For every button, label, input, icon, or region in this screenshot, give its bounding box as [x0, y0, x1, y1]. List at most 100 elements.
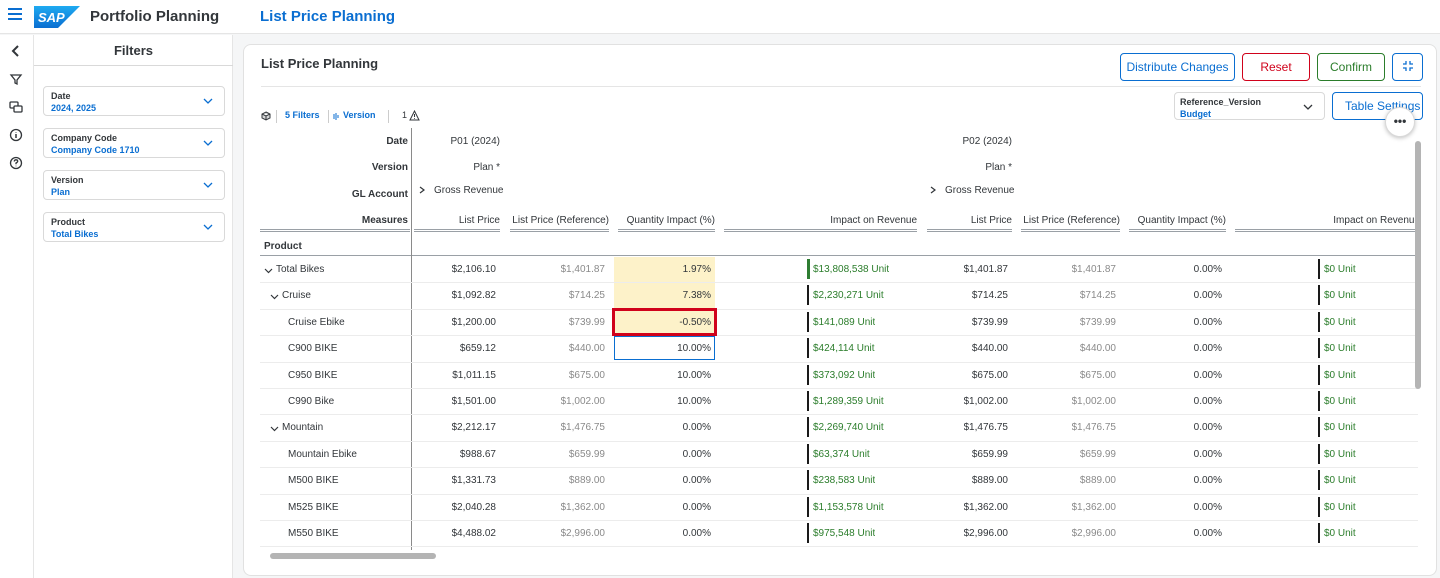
chevron-right-icon[interactable]: [418, 186, 426, 194]
product-row-label[interactable]: C900 BIKE: [288, 343, 337, 354]
filter-version[interactable]: Version Plan: [43, 170, 225, 200]
product-row-label[interactable]: M550 BIKE: [288, 528, 339, 539]
page-title[interactable]: List Price Planning: [260, 8, 395, 25]
confirm-button[interactable]: Confirm: [1317, 53, 1385, 81]
filter-icon[interactable]: [8, 71, 24, 87]
header-underline: [1021, 229, 1120, 232]
grid-cell[interactable]: 0.00%: [1194, 528, 1222, 539]
card-title: List Price Planning: [261, 56, 379, 71]
gl-account-header-label: GL Account: [351, 189, 408, 200]
grid-cell[interactable]: 0.00%: [1194, 449, 1222, 460]
grid-cell: $63,374 Unit: [813, 448, 870, 460]
revenue-bar: [807, 496, 809, 517]
revenue-bar: [807, 523, 809, 543]
grid-cell: $2,269,740 Unit: [813, 422, 884, 434]
grid-cell: $975,548 Unit: [813, 528, 876, 539]
grid-cell[interactable]: 0.00%: [1194, 370, 1222, 381]
product-row-label[interactable]: M500 BIKE: [288, 475, 339, 486]
grid-cell: $2,996.00: [560, 528, 606, 539]
filters-link[interactable]: 5 Filters: [285, 110, 320, 120]
grid-cell: $1,401.87: [560, 264, 606, 275]
product-row-label[interactable]: Mountain Ebike: [288, 449, 357, 460]
grid-cell[interactable]: 0.00%: [683, 475, 711, 486]
grid-cell: $0 Unit: [1324, 448, 1356, 460]
grid-cell[interactable]: 1.97%: [683, 264, 711, 275]
grid-cell[interactable]: 10.00%: [677, 396, 711, 407]
header-underline: [1235, 229, 1418, 232]
vertical-scrollbar[interactable]: [1415, 141, 1421, 389]
cube-icon[interactable]: [261, 111, 271, 121]
info-icon[interactable]: [8, 127, 24, 143]
row-divider: [260, 440, 1418, 442]
grid-cell[interactable]: 0.00%: [1194, 396, 1222, 407]
grid-cell[interactable]: 7.38%: [683, 290, 711, 301]
grid-cell: $739.99: [971, 316, 1008, 328]
grid-cell[interactable]: 0.00%: [1194, 502, 1222, 513]
collapse-button[interactable]: [1392, 53, 1423, 81]
product-row-label[interactable]: M525 BIKE: [288, 502, 339, 513]
product-row-label[interactable]: Mountain: [282, 422, 323, 433]
product-row-label[interactable]: C950 BIKE: [288, 370, 337, 381]
selected-cell-outline[interactable]: [612, 307, 717, 336]
product-row-label[interactable]: Total Bikes: [276, 264, 324, 275]
revenue-bar: [1318, 338, 1320, 359]
filter-panel-title: Filters: [113, 43, 153, 58]
product-row-label[interactable]: Cruise: [282, 290, 311, 301]
grid-cell[interactable]: 0.00%: [683, 422, 711, 433]
grid-cell: $0 Unit: [1324, 475, 1356, 487]
grid-cell[interactable]: 0.00%: [683, 502, 711, 513]
grid-cell: $659.99: [568, 448, 605, 460]
chevron-down-icon: [203, 182, 213, 188]
chevron-down-icon[interactable]: [270, 292, 279, 301]
distribute-changes-button[interactable]: Distribute Changes: [1120, 53, 1235, 81]
warning-icon[interactable]: [409, 110, 420, 121]
frozen-column-divider: [411, 128, 412, 550]
grid-cell[interactable]: 0.00%: [1194, 475, 1222, 486]
grid-cell[interactable]: 0.00%: [1194, 290, 1222, 301]
grid-cell[interactable]: 0.00%: [1194, 343, 1222, 354]
grid-cell[interactable]: 0.00%: [1194, 264, 1222, 275]
grid-cell[interactable]: 0.00%: [683, 528, 711, 539]
grid-cell[interactable]: 10.00%: [677, 370, 711, 381]
grid-cell: $1,289,359 Unit: [813, 396, 884, 407]
product-header-label: Product: [264, 241, 302, 252]
revenue-bar: [1318, 470, 1320, 491]
filter-company-code[interactable]: Company Code Company Code 1710: [43, 128, 225, 158]
filter-date[interactable]: Date 2024, 2025: [43, 86, 225, 116]
version-link[interactable]: Version: [343, 110, 376, 120]
header-underline: [510, 229, 609, 232]
chevron-down-icon: [203, 140, 213, 146]
filter-product[interactable]: Product Total Bikes: [43, 212, 225, 242]
chevron-left-icon[interactable]: [8, 43, 24, 59]
grid-cell[interactable]: 0.00%: [1194, 422, 1222, 433]
help-icon[interactable]: [8, 155, 24, 171]
grid-cell: $0 Unit: [1324, 422, 1356, 434]
grid-cell: $675.00: [568, 369, 605, 381]
grid-cell[interactable]: 0.00%: [1194, 317, 1222, 328]
focused-cell-outline[interactable]: [614, 336, 715, 361]
menu-icon[interactable]: [8, 8, 22, 24]
grid-cell[interactable]: 0.00%: [683, 449, 711, 460]
comments-icon[interactable]: [8, 99, 24, 115]
grid-cell: $1,501.00: [451, 396, 497, 407]
row-divider: [260, 520, 1418, 521]
grid-cell: $659.99: [1079, 448, 1116, 460]
chevron-down-icon[interactable]: [270, 424, 279, 433]
chevron-down-icon[interactable]: [264, 266, 273, 275]
collapse-icon: [1402, 60, 1413, 71]
grid-cell: $988.67: [459, 448, 496, 460]
chevron-down-icon: [1303, 104, 1313, 110]
grid-cell: $2,996.00: [1071, 528, 1117, 539]
measure-header: List Price: [970, 215, 1012, 226]
chevron-right-icon[interactable]: [929, 186, 937, 194]
reference-version-select[interactable]: Reference_Version Budget: [1174, 92, 1325, 120]
horizontal-scrollbar[interactable]: [270, 553, 436, 559]
divider: [34, 65, 233, 66]
grid-cell: $739.99: [1079, 316, 1116, 328]
row-divider: [260, 546, 1418, 548]
divider: [260, 255, 1418, 256]
sap-logo[interactable]: SAP: [34, 6, 80, 28]
product-row-label[interactable]: C990 Bike: [288, 396, 334, 407]
product-row-label[interactable]: Cruise Ebike: [288, 317, 345, 328]
reset-button[interactable]: Reset: [1242, 53, 1310, 81]
